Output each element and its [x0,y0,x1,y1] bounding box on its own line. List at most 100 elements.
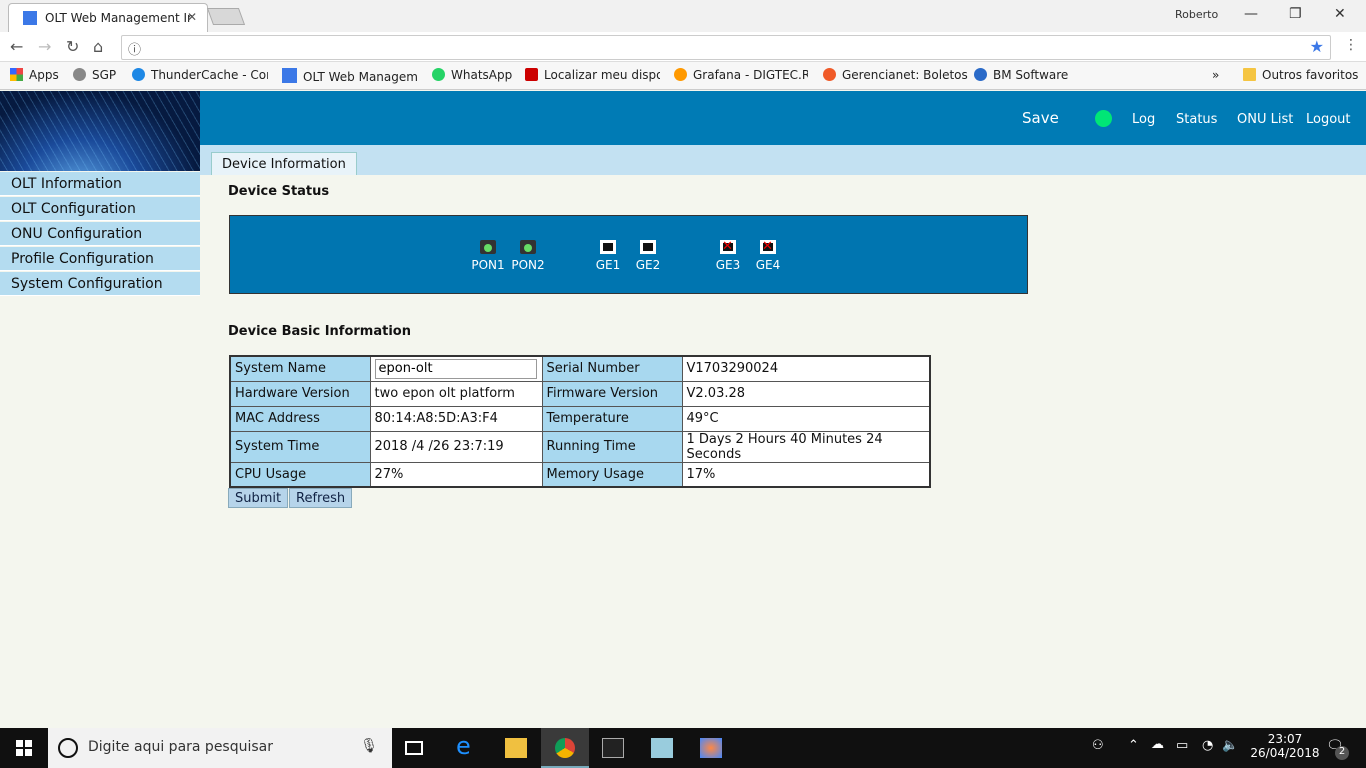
address-input[interactable]: ⓘ ★ [121,35,1331,60]
sidebar-item-profile-configuration[interactable]: Profile Configuration [0,247,200,271]
ethernet-port-icon [640,240,656,254]
back-icon[interactable]: ← [10,37,23,56]
bookmark-grafana[interactable]: Grafana - DIGTEC.RN [674,68,808,82]
people-icon[interactable]: ⚇ [1092,738,1104,753]
close-tab-icon[interactable]: ✕ [187,10,197,24]
browser-tab-bar: OLT Web Management Ir ✕ Roberto — ❐ ✕ [0,0,1366,32]
label-firmware-version: Firmware Version [541,380,683,407]
bookmark-bm-software[interactable]: BM Software [974,68,1068,82]
pon-port-icon [480,240,496,254]
bookmark-apps[interactable]: Apps [10,68,59,82]
paint-icon[interactable] [700,738,722,758]
label-cpu-usage: CPU Usage [229,461,371,488]
port-pon2[interactable]: PON2 [508,240,548,272]
close-window-icon[interactable]: ✕ [1334,6,1346,22]
sidebar-item-olt-information[interactable]: OLT Information [0,172,200,196]
temperature-value: 49°C [681,405,931,432]
status-link[interactable]: Status [1176,112,1217,127]
ethernet-port-down-icon: ✕ [720,239,736,254]
port-ge3[interactable]: ✕ GE3 [708,239,748,272]
label-hardware-version: Hardware Version [229,380,371,407]
label-system-time: System Time [229,430,371,463]
home-icon[interactable]: ⌂ [93,37,103,56]
port-ge1[interactable]: GE1 [588,240,628,272]
notes-app-icon[interactable] [651,738,673,758]
top-header: Save Log Status ONU List Logout [200,91,1366,145]
notifications-icon[interactable]: 🗨 2 [1326,738,1349,760]
port-ge4[interactable]: ✕ GE4 [748,239,788,272]
restore-icon[interactable]: ❐ [1289,6,1302,22]
sidebar-item-onu-configuration[interactable]: ONU Configuration [0,222,200,246]
hardware-version-value: two epon olt platform [369,380,543,407]
reload-icon[interactable]: ↻ [66,37,79,56]
clock[interactable]: 23:07 26/04/2018 [1250,732,1320,760]
bookmarks-bar: Apps SGP ThunderCache - Cont OLT Web Man… [0,62,1366,90]
tab-strip [200,145,1366,175]
table-row: MAC Address 80:14:A8:5D:A3:F4 Temperature 4… [229,405,931,432]
running-time-value: 1 Days 2 Hours 40 Minutes 24 Seconds [681,430,931,463]
port-ge2[interactable]: GE2 [628,240,668,272]
address-toolbar: ← → ↻ ⌂ ⓘ ★ ⋮ [0,32,1366,62]
volume-icon[interactable]: 🔈 [1222,738,1238,753]
edge-icon[interactable]: e [456,732,478,760]
table-row: CPU Usage 27% Memory Usage 17% [229,461,931,488]
label-system-name: System Name [229,355,371,382]
basic-info-table: System Name Serial NumberV1703290024 Hard… [229,355,931,488]
refresh-button[interactable]: Refresh [289,488,353,508]
sidebar-item-olt-configuration[interactable]: OLT Configuration [0,197,200,221]
serial-number-value: V1703290024 [681,355,931,382]
windows-start-icon[interactable] [16,740,32,756]
profile-name[interactable]: Roberto [1175,8,1218,21]
table-row: Hardware Version two epon olt platform Fir… [229,380,931,407]
info-icon: ⓘ [128,43,142,58]
logout-link[interactable]: Logout [1306,112,1351,127]
device-status-panel: PON1 PON2 GE1 GE2 ✕ GE3 ✕ GE4 [229,215,1028,294]
other-bookmarks[interactable]: Outros favoritos [1243,68,1358,82]
more-bookmarks[interactable]: » [1212,68,1219,82]
taskbar-search-input[interactable]: Digite aqui para pesquisar 🎙 [48,728,392,768]
tab-title: OLT Web Management Ir [45,11,192,25]
bookmark-gerencianet[interactable]: Gerencianet: Boletos [823,68,968,82]
bookmark-thundercache[interactable]: ThunderCache - Cont [132,68,268,82]
table-row: System Time 2018 /4 /26 23:7:19 Running Ti… [229,430,931,463]
chrome-taskbar-button[interactable] [541,728,589,768]
minimize-icon[interactable]: — [1244,6,1258,22]
mac-address-value: 80:14:A8:5D:A3:F4 [369,405,543,432]
memory-usage-value: 17% [681,461,931,488]
tab-device-information[interactable]: Device Information [211,152,357,175]
sidebar-item-system-configuration[interactable]: System Configuration [0,272,200,296]
bookmark-localizar[interactable]: Localizar meu disposi [525,68,660,82]
log-link[interactable]: Log [1132,112,1155,127]
save-link[interactable]: Save [1022,109,1059,127]
new-tab-button[interactable] [206,8,246,25]
browser-tab[interactable]: OLT Web Management Ir ✕ [8,3,208,32]
pon-port-icon [520,240,536,254]
port-pon1[interactable]: PON1 [468,240,508,272]
device-status-title: Device Status [228,184,330,199]
system-time-value: 2018 /4 /26 23:7:19 [369,430,543,463]
onedrive-icon[interactable]: ☁ [1151,737,1164,752]
chrome-icon [555,738,575,758]
star-icon[interactable]: ★ [1310,37,1324,56]
basic-info-title: Device Basic Information [228,324,411,339]
forward-icon[interactable]: → [38,37,51,56]
file-explorer-icon[interactable] [505,738,527,758]
microphone-icon[interactable]: 🎙 [360,738,378,754]
show-hidden-icons[interactable]: ⌃ [1128,738,1139,753]
bookmark-olt[interactable]: OLT Web Manageme [282,68,417,84]
taskbar: Digite aqui para pesquisar 🎙 e ⚇ ⌃ ☁ ▭ ◔ … [0,728,1366,768]
cpu-usage-value: 27% [369,461,543,488]
bookmark-whatsapp[interactable]: WhatsApp [432,68,512,82]
label-running-time: Running Time [541,430,683,463]
onu-list-link[interactable]: ONU List [1237,112,1293,127]
submit-button[interactable]: Submit [228,488,289,508]
banner-image [0,91,200,171]
battery-icon[interactable]: ▭ [1176,738,1188,753]
menu-icon[interactable]: ⋮ [1344,37,1358,53]
terminal-icon[interactable] [602,738,624,758]
wifi-icon[interactable]: ◔ [1202,738,1213,753]
task-view-icon[interactable] [405,741,423,755]
system-name-input[interactable] [374,358,537,379]
bookmark-sgp[interactable]: SGP [73,68,116,82]
status-indicator-icon [1095,110,1112,127]
